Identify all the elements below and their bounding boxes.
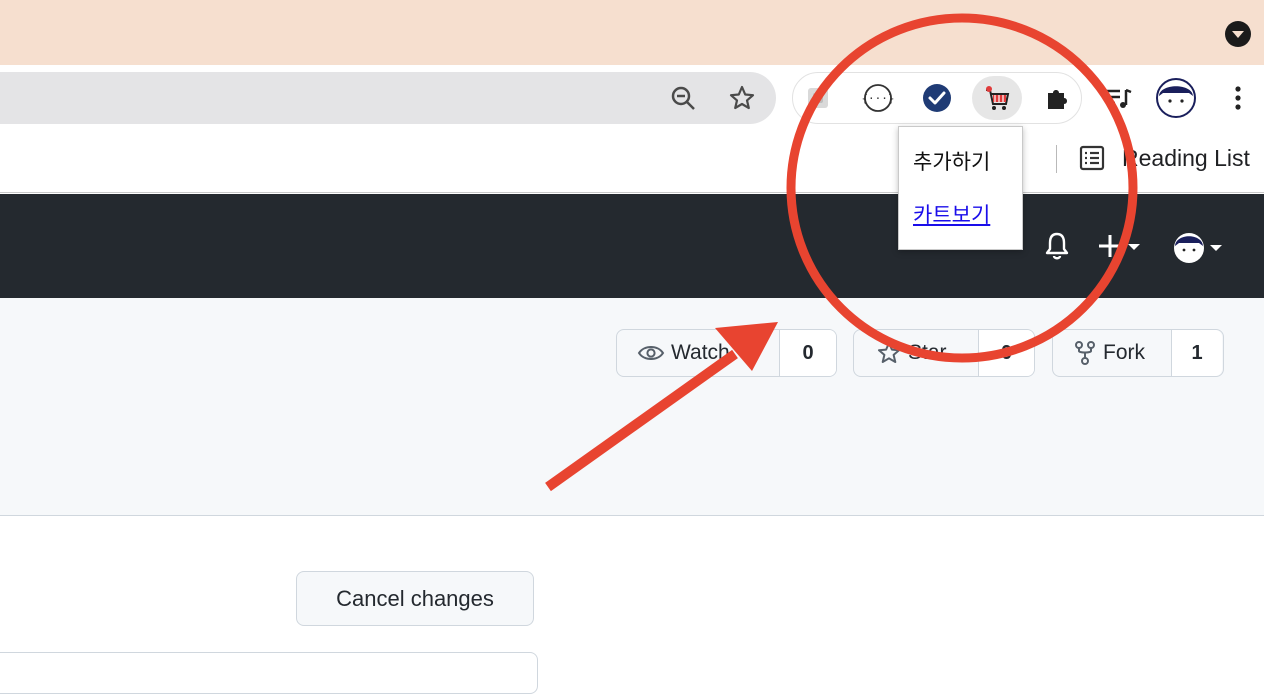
annotation-arrow-shaft bbox=[545, 349, 738, 492]
annotation-circle bbox=[786, 13, 1138, 363]
annotation-overlay bbox=[545, 13, 1138, 492]
